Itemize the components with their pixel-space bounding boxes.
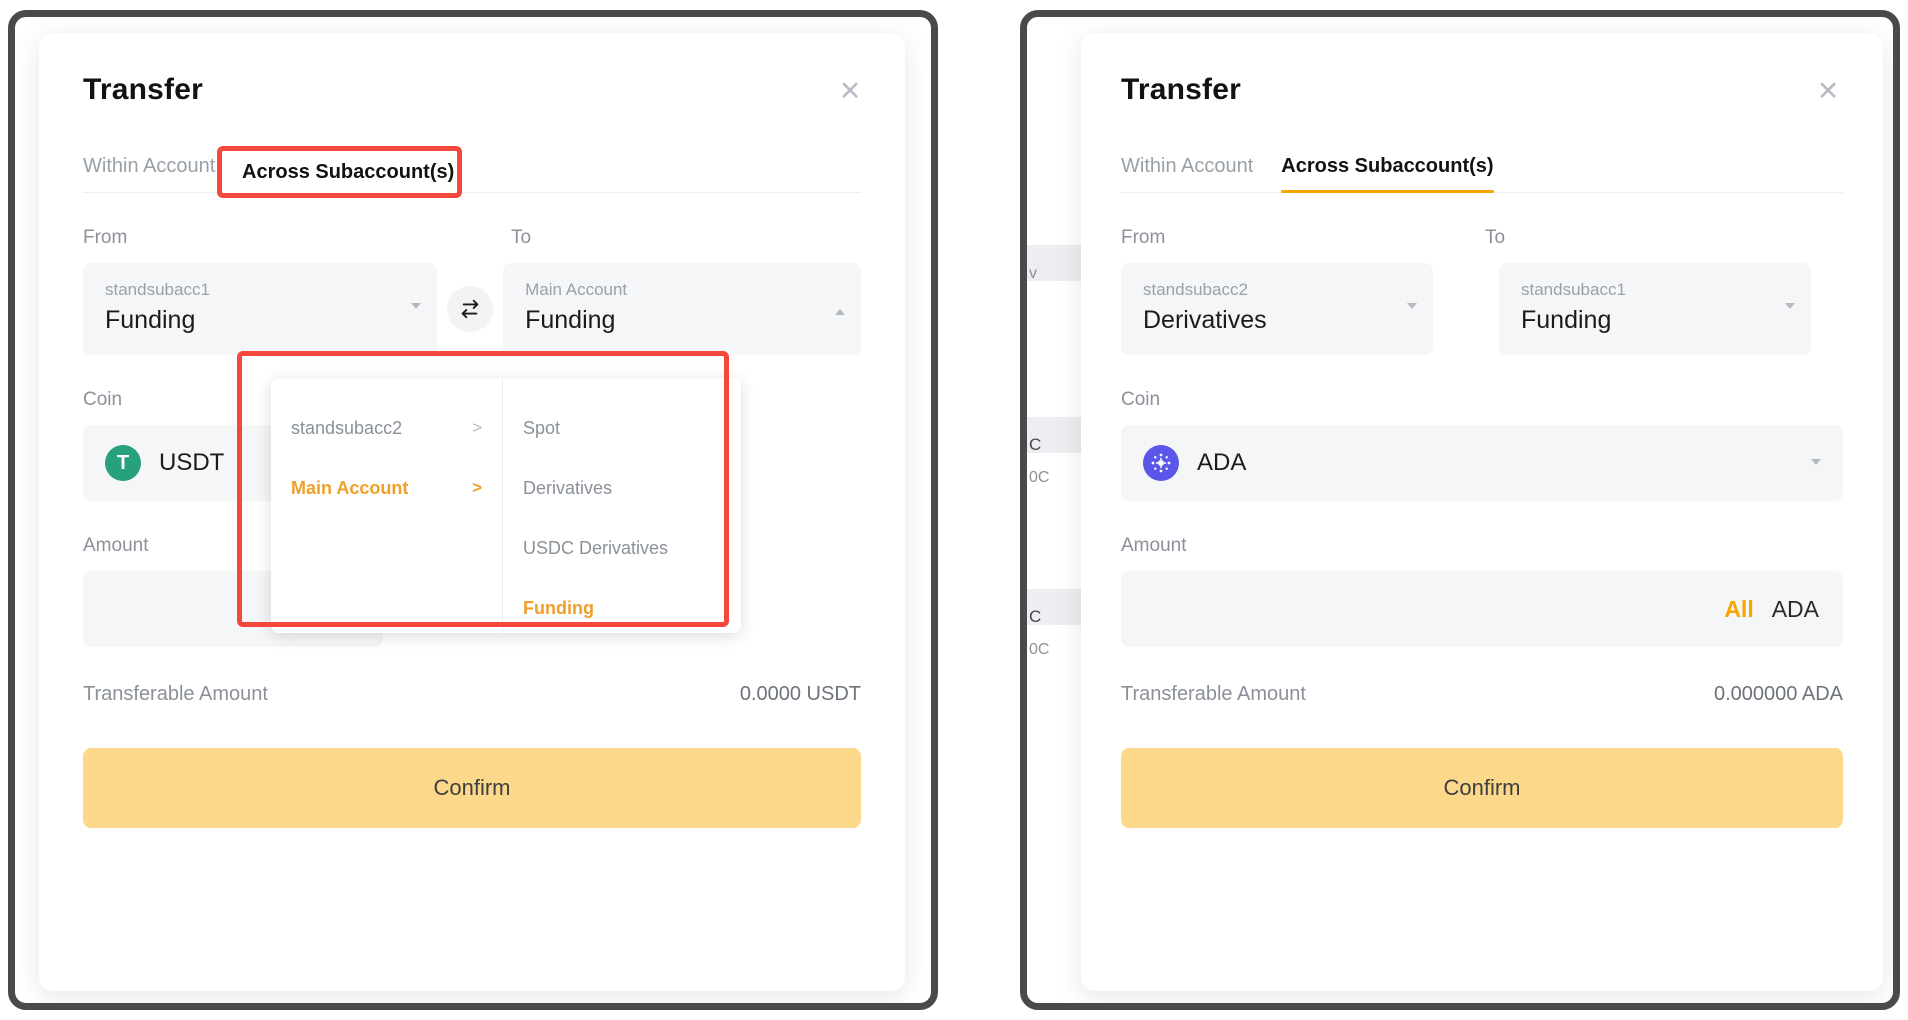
chevron-up-icon [835, 309, 845, 315]
dropdown-item-label: standsubacc2 [291, 417, 403, 438]
transferable-amount-value: 0.0000 USDT [739, 683, 861, 705]
chevron-down-icon [411, 303, 422, 309]
to-wallet-name: Funding [1521, 306, 1612, 334]
transfer-tabs: Within Account Across Subaccount(s) [1121, 155, 1843, 193]
transfer-modal-left: Transfer ✕ Within Account Across Subacco… [39, 33, 905, 991]
from-label: From [1121, 227, 1166, 248]
from-to-row: standsubacc2 Derivatives standsubacc1 Fu… [1121, 263, 1843, 355]
transferable-row: Transferable Amount 0.000000 ADA [1121, 683, 1843, 706]
dropdown-item-derivatives[interactable]: Derivatives [503, 458, 741, 518]
amount-currency-label: ADA [1771, 595, 1819, 622]
chevron-right-icon: > [472, 418, 482, 437]
dropdown-wallets-column: Spot Derivatives USDC Derivatives Fundin… [503, 378, 741, 633]
coin-symbol: USDT [159, 449, 225, 476]
tab-within-account[interactable]: Within Account [83, 155, 215, 192]
chevron-right-icon: > [472, 478, 482, 497]
page-title: Transfer [1121, 73, 1241, 106]
transfer-tabs: Within Account Across Subaccount(s) [83, 155, 861, 193]
ghost-text: v [1029, 265, 1037, 282]
chevron-down-icon [1811, 459, 1821, 465]
left-screenshot-panel: Transfer ✕ Within Account Across Subacco… [8, 10, 938, 1010]
from-to-row: standsubacc1 Funding Main Account Fundin… [83, 263, 861, 355]
dropdown-accounts-column: standsubacc2 > Main Account > [271, 378, 503, 633]
confirm-button[interactable]: Confirm [83, 748, 861, 828]
dropdown-item-funding[interactable]: Funding [503, 578, 741, 633]
ghost-text: C [1029, 435, 1042, 454]
coin-label: Coin [1121, 389, 1161, 410]
amount-label: Amount [1121, 535, 1187, 556]
from-label: From [83, 227, 128, 248]
ada-coin-icon [1143, 445, 1179, 481]
chevron-down-icon [1407, 303, 1417, 309]
tab-across-subaccounts[interactable]: Across Subaccount(s) [243, 155, 455, 192]
transfer-modal-right: Transfer ✕ Within Account Across Subacco… [1081, 33, 1883, 991]
ghost-text: C [1029, 607, 1042, 626]
from-wallet-name: Funding [105, 306, 196, 334]
from-subaccount-name: standsubacc2 [1143, 280, 1248, 299]
ghost-text: 0C [1029, 469, 1050, 486]
right-screenshot-panel: v C 0C C 0C Transfer ✕ Within Account Ac… [1020, 10, 1900, 1010]
coin-symbol: ADA [1197, 449, 1247, 476]
to-account-select[interactable]: standsubacc1 Funding [1499, 263, 1811, 355]
close-icon[interactable]: ✕ [835, 77, 865, 107]
to-subaccount-name: standsubacc1 [1521, 280, 1626, 299]
transferable-amount-label: Transferable Amount [83, 683, 268, 705]
to-wallet-name: Funding [525, 306, 616, 334]
to-subaccount-name: Main Account [525, 280, 628, 299]
chevron-down-icon [1785, 303, 1795, 309]
transferable-amount-value: 0.000000 ADA [1714, 683, 1843, 705]
confirm-button[interactable]: Confirm [1121, 748, 1843, 828]
transferable-amount-label: Transferable Amount [1121, 683, 1306, 705]
tab-across-subaccounts[interactable]: Across Subaccount(s) [1281, 155, 1494, 193]
amount-input[interactable]: All ADA [1121, 571, 1843, 647]
ghost-text: 0C [1029, 641, 1050, 658]
dropdown-item-label: Main Account [291, 477, 409, 498]
swap-direction-button[interactable] [447, 286, 494, 332]
to-account-select[interactable]: Main Account Funding [503, 263, 861, 355]
dropdown-item-usdc-derivatives[interactable]: USDC Derivatives [503, 518, 741, 578]
transferable-row: Transferable Amount 0.0000 USDT [83, 683, 861, 706]
from-wallet-name: Derivatives [1143, 306, 1267, 334]
dropdown-item-standsubacc2[interactable]: standsubacc2 > [271, 398, 502, 458]
from-subaccount-name: standsubacc1 [105, 280, 210, 299]
close-icon[interactable]: ✕ [1813, 77, 1843, 107]
dropdown-item-spot[interactable]: Spot [503, 398, 741, 458]
page-title: Transfer [83, 73, 203, 106]
amount-all-button[interactable]: All [1724, 596, 1753, 623]
to-label: To [511, 227, 532, 248]
account-dropdown-menu[interactable]: standsubacc2 > Main Account > Spot Deriv… [271, 378, 741, 633]
from-to-labels: From To [83, 227, 861, 249]
dropdown-item-main-account[interactable]: Main Account > [271, 458, 502, 518]
from-to-labels: From To [1121, 227, 1843, 249]
tab-within-account[interactable]: Within Account [1121, 155, 1253, 192]
usdt-coin-icon: T [105, 445, 141, 481]
from-account-select[interactable]: standsubacc2 Derivatives [1121, 263, 1433, 355]
screenshot-stage: Transfer ✕ Within Account Across Subacco… [0, 0, 1908, 1020]
swap-arrows-icon [461, 299, 479, 319]
coin-select[interactable]: ADA [1121, 425, 1843, 501]
to-label: To [1485, 227, 1506, 248]
from-account-select[interactable]: standsubacc1 Funding [83, 263, 438, 355]
